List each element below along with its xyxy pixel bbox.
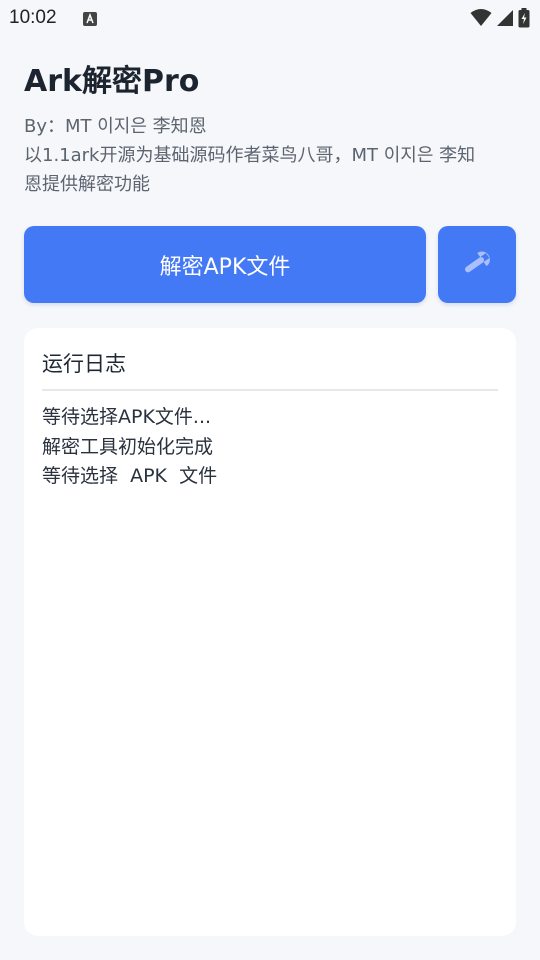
system-icons: [470, 8, 530, 32]
decrypt-apk-button[interactable]: 解密APK文件: [24, 226, 426, 303]
log-lines: 等待选择APK文件... 解密工具初始化完成 等待选择 APK 文件: [42, 403, 217, 492]
subtitle-line: By：MT 이지은 李知恩: [24, 116, 207, 137]
app-subtitle: By：MT 이지은 李知恩 以1.1ark开源为基础源码作者菜鸟八哥，MT 이지…: [24, 112, 524, 199]
battery-charging-icon: [518, 8, 530, 32]
status-time: 10:02: [9, 7, 57, 28]
subtitle-line: 以1.1ark开源为基础源码作者菜鸟八哥，MT 이지은 李知: [24, 145, 476, 166]
log-divider: [42, 389, 498, 391]
decrypt-apk-label: 解密APK文件: [159, 254, 291, 280]
log-title: 运行日志: [42, 352, 126, 376]
log-line: 等待选择APK文件...: [42, 406, 212, 428]
font-a-icon: [83, 11, 97, 26]
tools-button[interactable]: [438, 226, 516, 303]
log-panel: 运行日志 等待选择APK文件... 解密工具初始化完成 等待选择 APK 文件: [24, 328, 516, 936]
subtitle-line: 恩提供解密功能: [24, 174, 150, 195]
status-bar: 10:02: [0, 0, 540, 36]
signal-icon: [496, 8, 514, 32]
wifi-icon: [470, 8, 492, 32]
wrench-icon: [457, 243, 497, 287]
log-line: 等待选择 APK 文件: [42, 465, 218, 487]
log-line: 解密工具初始化完成: [42, 435, 214, 458]
app-title: Ark解密Pro: [24, 64, 200, 99]
